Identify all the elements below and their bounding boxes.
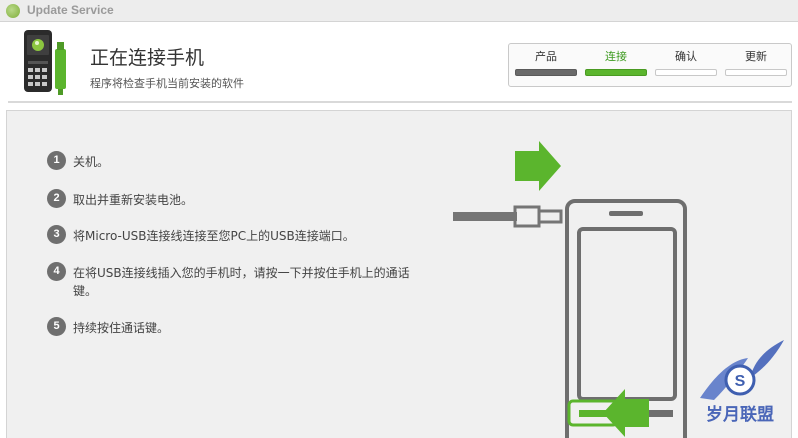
header-divider — [8, 101, 792, 103]
step-label: 产品 — [535, 50, 557, 63]
step-confirm: 确认 — [655, 50, 717, 82]
step-number-badge: 5 — [47, 317, 66, 336]
watermark-logo: S 岁月联盟 — [700, 340, 784, 425]
arrow-left-icon — [603, 389, 649, 437]
instruction-text: 持续按住通话键。 — [73, 321, 170, 335]
watermark-letter: S — [735, 373, 746, 390]
phone-screen — [577, 227, 677, 401]
step-label: 确认 — [675, 50, 697, 63]
step-connect: 连接 — [585, 50, 647, 82]
usb-plug — [513, 205, 541, 228]
step-update: 更新 — [725, 50, 787, 82]
instruction-text: 在将USB连接线插入您的手机时，请按一下并按住手机上的通话键。 — [73, 266, 410, 298]
step-product: 产品 — [515, 50, 577, 82]
step-label: 连接 — [605, 50, 627, 63]
watermark-text: 岁月联盟 — [706, 404, 774, 425]
window-title: Update Service — [27, 3, 114, 17]
header: 正在连接手机 程序将检查手机当前安装的软件 产品 连接 确认 更新 — [0, 23, 798, 101]
page-heading: 正在连接手机 — [90, 47, 205, 69]
update-service-window: Update Service 正在连接手机 程序将检查手机当前安装的软件 产品 — [0, 0, 798, 438]
phone-connection-illustration — [453, 141, 687, 438]
usb-connector — [537, 209, 563, 224]
step-number-badge: 2 — [47, 189, 66, 208]
instruction-text: 关机。 — [73, 155, 110, 169]
instruction-text: 将Micro-USB连接线连接至您PC上的USB连接端口。 — [73, 229, 355, 243]
arrow-right-icon — [515, 141, 561, 191]
phone-usb-icon — [24, 30, 66, 95]
step-number-badge: 3 — [47, 225, 66, 244]
step-bar — [655, 69, 717, 76]
instructions-panel: 1 关机。 2 取出并重新安装电池。 3 将Micro-USB连接线连接至您PC… — [6, 110, 792, 438]
usb-cable — [453, 212, 517, 221]
phone-speaker — [609, 211, 643, 216]
step-number-badge: 1 — [47, 151, 66, 170]
step-bar — [515, 69, 577, 76]
instruction-text: 取出并重新安装电池。 — [73, 193, 194, 207]
page-subheading: 程序将检查手机当前安装的软件 — [90, 77, 244, 90]
progress-steps: 产品 连接 确认 更新 — [508, 43, 792, 87]
title-bar: Update Service — [0, 0, 798, 22]
step-number-badge: 4 — [47, 262, 66, 281]
sony-ericsson-logo-icon — [6, 4, 20, 18]
step-label: 更新 — [745, 50, 767, 63]
step-bar — [725, 69, 787, 76]
wing-right-icon — [750, 340, 784, 378]
step-bar — [585, 69, 647, 76]
